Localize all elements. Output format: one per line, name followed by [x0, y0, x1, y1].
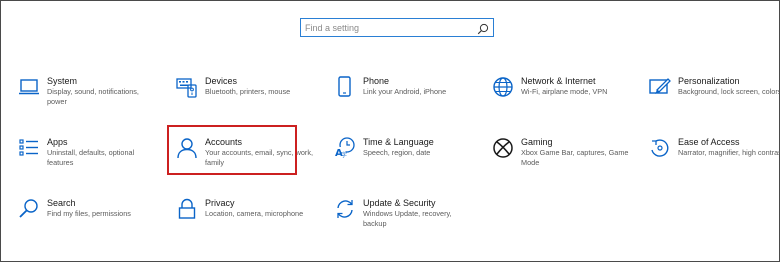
tile-title: Time & Language [363, 137, 434, 147]
search-icon[interactable] [477, 22, 489, 35]
tile-description: Display, sound, notifications, power [47, 87, 139, 106]
tile-title: Apps [47, 137, 68, 147]
time-language-icon: A字 [334, 137, 356, 159]
tile-description: Windows Update, recovery, backup [363, 209, 452, 228]
search-input[interactable] [305, 20, 470, 35]
tile-description: Uninstall, defaults, optional features [47, 148, 135, 167]
tile-description: Bluetooth, printers, mouse [205, 87, 291, 96]
phone-icon [334, 76, 356, 98]
globe-icon [492, 76, 514, 98]
apps-list-icon [18, 137, 40, 159]
tile-description: Xbox Game Bar, captures, Game Mode [521, 148, 629, 167]
lock-icon [176, 198, 198, 220]
tile-privacy[interactable]: Privacy Location, camera, microphone [176, 198, 326, 242]
tile-search[interactable]: Search Find my files, permissions [18, 198, 168, 242]
tile-title: System [47, 76, 78, 86]
tile-description: Find my files, permissions [47, 209, 131, 218]
tile-gaming[interactable]: Gaming Xbox Game Bar, captures, Game Mod… [492, 137, 642, 181]
tile-phone[interactable]: Phone Link your Android, iPhone [334, 76, 484, 120]
person-icon [176, 137, 198, 159]
tile-description: Background, lock screen, colors [678, 87, 780, 96]
tile-accounts[interactable]: Accounts Your accounts, email, sync, wor… [176, 137, 326, 181]
search-icon [18, 198, 40, 220]
laptop-icon [18, 76, 40, 98]
tile-apps[interactable]: Apps Uninstall, defaults, optional featu… [18, 137, 168, 181]
settings-window: System Display, sound, notifications, po… [0, 0, 780, 262]
tile-description: Wi-Fi, airplane mode, VPN [521, 87, 608, 96]
tile-description: Speech, region, date [363, 148, 431, 157]
tile-title: Privacy [205, 198, 235, 208]
search-box[interactable] [300, 18, 494, 37]
tile-title: Search [47, 198, 76, 208]
tile-update-security[interactable]: Update & Security Windows Update, recove… [334, 198, 484, 242]
tile-title: Ease of Access [678, 137, 740, 147]
update-icon [334, 198, 356, 220]
ease-of-access-icon [649, 137, 671, 159]
paint-icon [649, 76, 671, 98]
tile-title: Update & Security [363, 198, 436, 208]
tile-title: Devices [205, 76, 238, 86]
tile-ease-of-access[interactable]: Ease of Access Narrator, magnifier, high… [649, 137, 780, 181]
tile-devices[interactable]: Devices Bluetooth, printers, mouse [176, 76, 326, 120]
tile-description: Location, camera, microphone [205, 209, 304, 218]
tile-description: Narrator, magnifier, high contrast [678, 148, 780, 157]
tile-description: Link your Android, iPhone [363, 87, 447, 96]
keyboard-icon [176, 76, 198, 98]
tile-title: Accounts [205, 137, 243, 147]
tile-title: Personalization [678, 76, 740, 86]
xbox-icon [492, 137, 514, 159]
svg-text:字: 字 [341, 151, 347, 159]
tile-time-language[interactable]: A字 Time & Language Speech, region, date [334, 137, 484, 181]
tile-system[interactable]: System Display, sound, notifications, po… [18, 76, 168, 120]
tile-title: Network & Internet [521, 76, 596, 86]
tile-network[interactable]: Network & Internet Wi-Fi, airplane mode,… [492, 76, 642, 120]
tile-description: Your accounts, email, sync, work, family [205, 148, 314, 167]
tile-title: Gaming [521, 137, 553, 147]
tile-personalization[interactable]: Personalization Background, lock screen,… [649, 76, 780, 120]
tile-title: Phone [363, 76, 390, 86]
